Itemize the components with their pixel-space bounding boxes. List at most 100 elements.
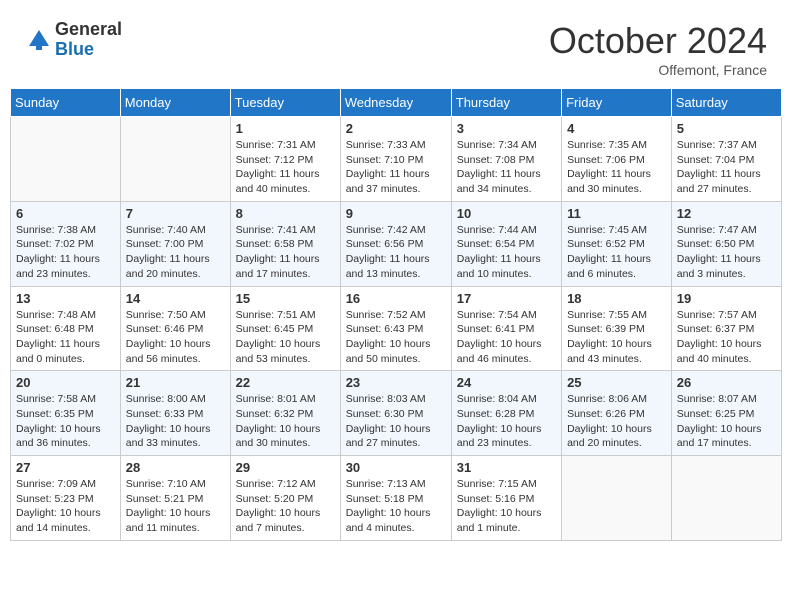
day-number: 6 [16,206,115,221]
table-row [120,117,230,202]
day-number: 25 [567,375,666,390]
calendar-week-row: 13 Sunrise: 7:48 AM Sunset: 6:48 PM Dayli… [11,286,782,371]
table-row: 26Sunrise: 8:07 AM Sunset: 6:25 PM Dayli… [671,371,781,456]
day-number: 17 [457,291,556,306]
table-row: 23 Sunrise: 8:03 AM Sunset: 6:30 PM Dayli… [340,371,451,456]
day-number: 12 [677,206,776,221]
day-number: 29 [236,460,335,475]
calendar-week-row: 27 Sunrise: 7:09 AM Sunset: 5:23 PM Dayli… [11,456,782,541]
day-info: Sunrise: 7:09 AM Sunset: 5:23 PM Dayligh… [16,477,115,536]
title-area: October 2024 Offemont, France [549,20,767,78]
logo-icon [25,26,53,54]
page-header: General Blue October 2024 Offemont, Fran… [10,10,782,83]
day-info: Sunrise: 7:47 AM Sunset: 6:50 PM Dayligh… [677,223,776,282]
table-row: 29 Sunrise: 7:12 AM Sunset: 5:20 PM Dayli… [230,456,340,541]
day-number: 5 [677,121,776,136]
day-info: Sunrise: 7:34 AM Sunset: 7:08 PM Dayligh… [457,138,556,197]
logo-blue-text: Blue [55,40,122,60]
day-info: Sunrise: 7:15 AM Sunset: 5:16 PM Dayligh… [457,477,556,536]
day-number: 24 [457,375,556,390]
day-info: Sunrise: 7:37 AM Sunset: 7:04 PM Dayligh… [677,138,776,197]
day-info: Sunrise: 8:06 AM Sunset: 6:26 PM Dayligh… [567,392,666,451]
header-tuesday: Tuesday [230,89,340,117]
day-number: 28 [126,460,225,475]
day-number: 15 [236,291,335,306]
day-info: Sunrise: 7:35 AM Sunset: 7:06 PM Dayligh… [567,138,666,197]
table-row: 14Sunrise: 7:50 AM Sunset: 6:46 PM Dayli… [120,286,230,371]
table-row: 5 Sunrise: 7:37 AM Sunset: 7:04 PM Daylig… [671,117,781,202]
table-row: 7Sunrise: 7:40 AM Sunset: 7:00 PM Daylig… [120,201,230,286]
day-info: Sunrise: 8:03 AM Sunset: 6:30 PM Dayligh… [346,392,446,451]
calendar-table: Sunday Monday Tuesday Wednesday Thursday… [10,88,782,541]
day-info: Sunrise: 7:51 AM Sunset: 6:45 PM Dayligh… [236,308,335,367]
logo: General Blue [25,20,122,60]
day-number: 4 [567,121,666,136]
day-info: Sunrise: 7:57 AM Sunset: 6:37 PM Dayligh… [677,308,776,367]
table-row [11,117,121,202]
day-number: 20 [16,375,115,390]
day-number: 23 [346,375,446,390]
table-row [671,456,781,541]
header-monday: Monday [120,89,230,117]
day-number: 2 [346,121,446,136]
day-info: Sunrise: 7:13 AM Sunset: 5:18 PM Dayligh… [346,477,446,536]
table-row: 25 Sunrise: 8:06 AM Sunset: 6:26 PM Dayli… [562,371,672,456]
table-row: 3 Sunrise: 7:34 AM Sunset: 7:08 PM Daylig… [451,117,561,202]
calendar-header-row: Sunday Monday Tuesday Wednesday Thursday… [11,89,782,117]
calendar-week-row: 1Sunrise: 7:31 AM Sunset: 7:12 PM Daylig… [11,117,782,202]
day-number: 13 [16,291,115,306]
day-info: Sunrise: 7:50 AM Sunset: 6:46 PM Dayligh… [126,308,225,367]
table-row: 31Sunrise: 7:15 AM Sunset: 5:16 PM Dayli… [451,456,561,541]
table-row: 22Sunrise: 8:01 AM Sunset: 6:32 PM Dayli… [230,371,340,456]
day-info: Sunrise: 8:04 AM Sunset: 6:28 PM Dayligh… [457,392,556,451]
month-title: October 2024 [549,20,767,62]
table-row: 17 Sunrise: 7:54 AM Sunset: 6:41 PM Dayli… [451,286,561,371]
table-row: 8 Sunrise: 7:41 AM Sunset: 6:58 PM Daylig… [230,201,340,286]
day-info: Sunrise: 7:42 AM Sunset: 6:56 PM Dayligh… [346,223,446,282]
table-row: 4 Sunrise: 7:35 AM Sunset: 7:06 PM Daylig… [562,117,672,202]
day-info: Sunrise: 7:52 AM Sunset: 6:43 PM Dayligh… [346,308,446,367]
day-info: Sunrise: 7:58 AM Sunset: 6:35 PM Dayligh… [16,392,115,451]
header-friday: Friday [562,89,672,117]
day-number: 21 [126,375,225,390]
day-info: Sunrise: 7:12 AM Sunset: 5:20 PM Dayligh… [236,477,335,536]
table-row: 2 Sunrise: 7:33 AM Sunset: 7:10 PM Daylig… [340,117,451,202]
table-row: 19 Sunrise: 7:57 AM Sunset: 6:37 PM Dayli… [671,286,781,371]
day-info: Sunrise: 7:31 AM Sunset: 7:12 PM Dayligh… [236,138,335,197]
day-info: Sunrise: 7:10 AM Sunset: 5:21 PM Dayligh… [126,477,225,536]
table-row: 1Sunrise: 7:31 AM Sunset: 7:12 PM Daylig… [230,117,340,202]
day-info: Sunrise: 7:54 AM Sunset: 6:41 PM Dayligh… [457,308,556,367]
header-thursday: Thursday [451,89,561,117]
header-saturday: Saturday [671,89,781,117]
day-number: 26 [677,375,776,390]
day-info: Sunrise: 8:01 AM Sunset: 6:32 PM Dayligh… [236,392,335,451]
day-number: 19 [677,291,776,306]
table-row: 21 Sunrise: 8:00 AM Sunset: 6:33 PM Dayli… [120,371,230,456]
day-info: Sunrise: 7:48 AM Sunset: 6:48 PM Dayligh… [16,308,115,367]
day-number: 3 [457,121,556,136]
location-subtitle: Offemont, France [549,62,767,78]
day-number: 8 [236,206,335,221]
table-row: 16 Sunrise: 7:52 AM Sunset: 6:43 PM Dayli… [340,286,451,371]
table-row: 20 Sunrise: 7:58 AM Sunset: 6:35 PM Dayli… [11,371,121,456]
day-number: 16 [346,291,446,306]
day-info: Sunrise: 7:40 AM Sunset: 7:00 PM Dayligh… [126,223,225,282]
day-number: 30 [346,460,446,475]
calendar-week-row: 6Sunrise: 7:38 AM Sunset: 7:02 PM Daylig… [11,201,782,286]
day-info: Sunrise: 7:33 AM Sunset: 7:10 PM Dayligh… [346,138,446,197]
day-info: Sunrise: 8:00 AM Sunset: 6:33 PM Dayligh… [126,392,225,451]
table-row: 15 Sunrise: 7:51 AM Sunset: 6:45 PM Dayli… [230,286,340,371]
logo-general-text: General [55,20,122,40]
day-number: 27 [16,460,115,475]
table-row: 30 Sunrise: 7:13 AM Sunset: 5:18 PM Dayli… [340,456,451,541]
table-row [562,456,672,541]
calendar-week-row: 20 Sunrise: 7:58 AM Sunset: 6:35 PM Dayli… [11,371,782,456]
table-row: 18Sunrise: 7:55 AM Sunset: 6:39 PM Dayli… [562,286,672,371]
day-number: 18 [567,291,666,306]
day-info: Sunrise: 7:41 AM Sunset: 6:58 PM Dayligh… [236,223,335,282]
table-row: 6Sunrise: 7:38 AM Sunset: 7:02 PM Daylig… [11,201,121,286]
table-row: 11Sunrise: 7:45 AM Sunset: 6:52 PM Dayli… [562,201,672,286]
table-row: 28 Sunrise: 7:10 AM Sunset: 5:21 PM Dayli… [120,456,230,541]
day-info: Sunrise: 7:45 AM Sunset: 6:52 PM Dayligh… [567,223,666,282]
table-row: 12 Sunrise: 7:47 AM Sunset: 6:50 PM Dayli… [671,201,781,286]
